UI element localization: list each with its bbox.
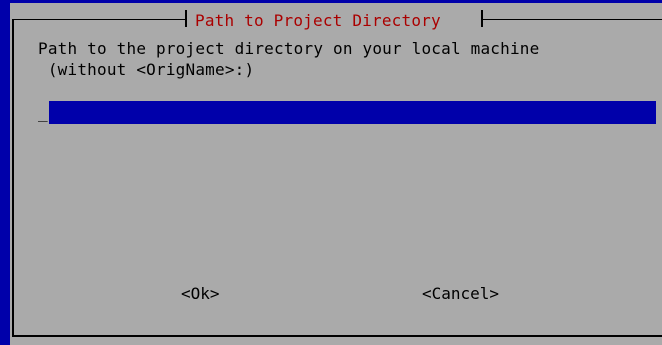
dialog-border-bottom bbox=[12, 335, 662, 337]
dialog-border-left bbox=[12, 19, 14, 336]
dialog-border-top-right bbox=[483, 19, 662, 20]
screen-background-left bbox=[0, 0, 10, 345]
path-input-field[interactable] bbox=[49, 101, 656, 124]
dialog-title: Path to Project Directory bbox=[195, 11, 441, 30]
cancel-button[interactable]: <Cancel> bbox=[422, 284, 499, 304]
title-bracket-right bbox=[481, 10, 483, 27]
prompt-line-2: (without <OrigName>:) bbox=[38, 60, 255, 79]
prompt-line-1: Path to the project directory on your lo… bbox=[38, 39, 540, 58]
input-cursor: _ bbox=[38, 103, 48, 122]
dialog-prompt: Path to the project directory on your lo… bbox=[38, 38, 539, 80]
ok-button[interactable]: <Ok> bbox=[181, 284, 220, 304]
dialog-border-top-left bbox=[12, 19, 185, 20]
title-bracket-left bbox=[185, 10, 187, 27]
